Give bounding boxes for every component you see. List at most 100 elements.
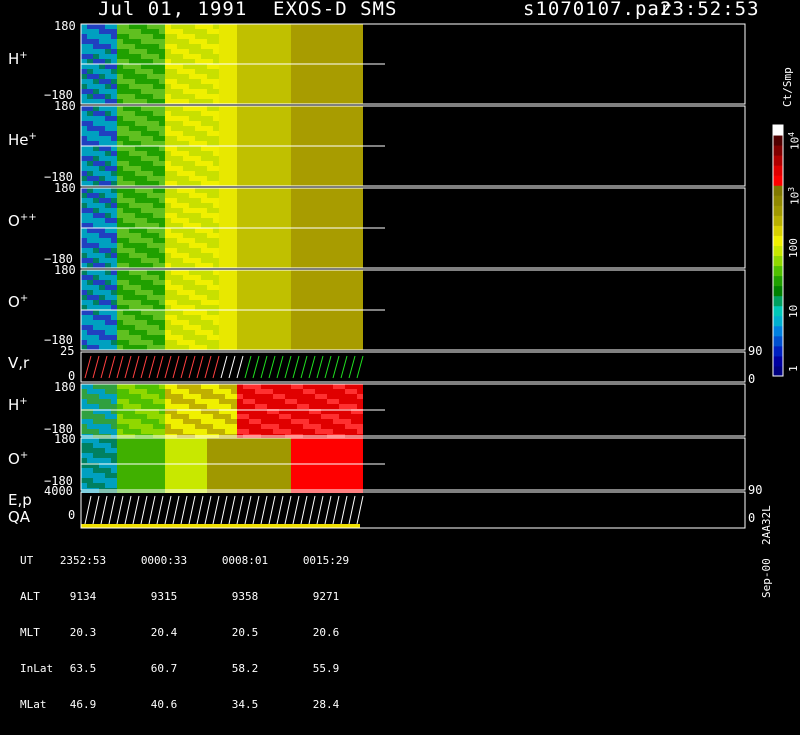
colorbar-swatch [773,355,783,367]
spectrogram-cell [249,193,255,198]
spectrogram-cell [231,458,237,463]
spectrogram-cell [219,290,225,295]
spectrogram-cell [303,136,309,141]
spectrogram-cell [273,300,279,305]
spectrogram-cell [339,305,345,310]
spectrogram-cell [321,295,327,300]
spectrogram-cell [285,315,291,320]
spectrogram-cell [345,258,351,263]
spectrogram-cell [249,468,255,473]
spectrogram-cell [327,39,333,44]
spectrogram-cell [249,429,255,434]
spectrogram-cell [309,414,315,419]
spectrogram-cell [159,111,165,116]
spectrogram-cell [291,315,297,320]
spectrogram-cell [279,44,285,49]
spectrogram-cell [123,305,129,310]
spectrogram-cell [315,64,321,69]
spectrogram-cell [225,228,231,233]
spectrogram-cell [81,39,87,44]
spectrogram-cell [165,29,171,34]
spectrogram-cell [165,84,171,89]
spectrogram-cell [357,64,363,69]
spectrogram-cell [135,146,141,151]
spectrogram-cell [153,74,159,79]
spectrogram-cell [273,295,279,300]
spectrogram-cell [213,79,219,84]
spectrogram-cell [207,483,213,488]
spectrogram-cell [207,429,213,434]
spectrogram-cell [147,473,153,478]
spectrogram-cell [333,275,339,280]
spectrogram-cell [213,161,219,166]
spectrogram-cell [261,161,267,166]
spectrogram-cell [111,330,117,335]
spectrogram-cell [297,310,303,315]
spectrogram-cell [333,280,339,285]
spectrogram-cell [81,161,87,166]
spectrogram-cell [273,106,279,111]
spectrogram-cell [255,305,261,310]
spectrogram-cell [111,270,117,275]
spectrogram-cell [339,64,345,69]
spectrogram-cell [225,99,231,104]
spectrogram-cell [141,69,147,74]
spectrogram-cell [279,34,285,39]
spectrogram-cell [213,29,219,34]
spectrogram-cell [309,111,315,116]
spectrogram-cell [81,478,87,483]
spectrogram-cell [93,106,99,111]
spectrogram-cell [105,285,111,290]
spectrogram-cell [321,330,327,335]
spectrogram-cell [129,404,135,409]
spectrogram-cell [249,79,255,84]
spectrogram-cell [153,106,159,111]
spectrogram-cell [195,24,201,29]
spectrogram-cell [105,258,111,263]
spectrogram-cell [99,448,105,453]
spectrogram-cell [315,131,321,136]
spectrogram-cell [291,478,297,483]
spectrogram-cell [195,29,201,34]
spectrogram-cell [339,44,345,49]
spectrogram-cell [183,394,189,399]
spectrogram-cell [237,275,243,280]
spectrogram-cell [123,483,129,488]
spectrogram-cell [267,49,273,54]
spectrogram-cell [111,171,117,176]
ephemeris-col-4: 0015:29 9271 20.6 55.9 28.4 [301,531,351,735]
spectrogram-cell [273,270,279,275]
spectrogram-cell [279,188,285,193]
spectrogram-cell [309,198,315,203]
spectrogram-cell [261,300,267,305]
spectrogram-cell [237,106,243,111]
spectrogram-cell [225,176,231,181]
spectrogram-cell [117,248,123,253]
spectrogram-cell [105,131,111,136]
spectrogram-cell [117,443,123,448]
spectrogram-cell [213,146,219,151]
spectrogram-cell [267,121,273,126]
spectrogram-cell [273,243,279,248]
spectrogram-cell [129,131,135,136]
spectrogram-cell [81,243,87,248]
spectrogram-cell [129,243,135,248]
spectrogram-cell [267,84,273,89]
spectrogram-cell [129,233,135,238]
colorbar-swatch [773,125,783,136]
trace-segment [164,355,172,379]
spectrogram-cell [321,389,327,394]
spectrogram-cell [201,218,207,223]
spectrogram-cell [291,320,297,325]
spectrogram-cell [99,340,105,345]
spectrogram-cell [285,468,291,473]
spectrogram-cell [225,233,231,238]
spectrogram-cell [345,89,351,94]
spectrogram-cell [237,116,243,121]
spectrogram-cell [291,136,297,141]
spectrogram-cell [147,106,153,111]
spectrogram-cell [81,111,87,116]
spectrogram-cell [231,424,237,429]
spectrogram-cell [303,458,309,463]
spectrogram-cell [237,424,243,429]
